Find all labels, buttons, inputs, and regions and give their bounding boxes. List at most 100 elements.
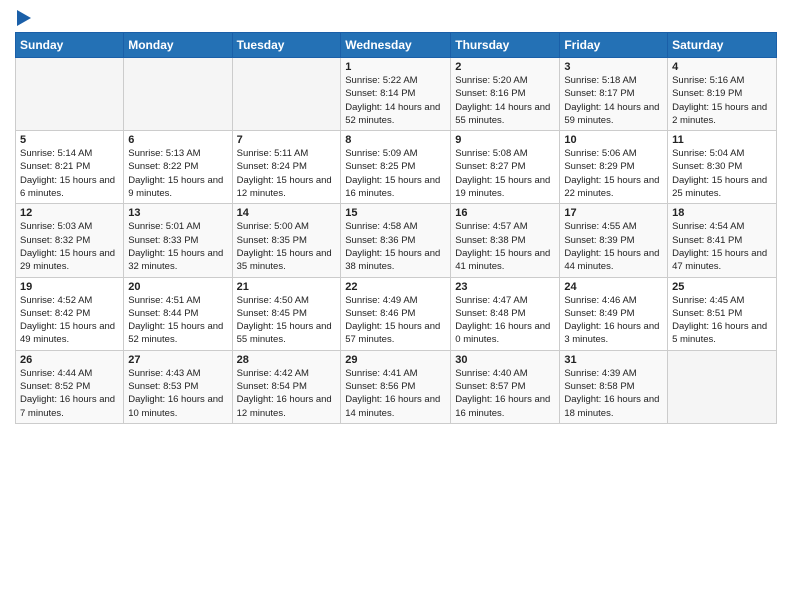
day-number: 6 bbox=[128, 134, 227, 146]
calendar-cell: 2Sunrise: 5:20 AM Sunset: 8:16 PM Daylig… bbox=[451, 58, 560, 131]
calendar-cell: 31Sunrise: 4:39 AM Sunset: 8:58 PM Dayli… bbox=[560, 350, 668, 423]
calendar-cell: 6Sunrise: 5:13 AM Sunset: 8:22 PM Daylig… bbox=[124, 131, 232, 204]
calendar-cell: 29Sunrise: 4:41 AM Sunset: 8:56 PM Dayli… bbox=[341, 350, 451, 423]
day-number: 12 bbox=[20, 207, 119, 219]
calendar-cell: 17Sunrise: 4:55 AM Sunset: 8:39 PM Dayli… bbox=[560, 204, 668, 277]
day-number: 21 bbox=[237, 281, 337, 293]
day-number: 19 bbox=[20, 281, 119, 293]
day-info: Sunrise: 4:50 AM Sunset: 8:45 PM Dayligh… bbox=[237, 294, 337, 347]
calendar-cell: 24Sunrise: 4:46 AM Sunset: 8:49 PM Dayli… bbox=[560, 277, 668, 350]
calendar-cell: 13Sunrise: 5:01 AM Sunset: 8:33 PM Dayli… bbox=[124, 204, 232, 277]
calendar-cell: 12Sunrise: 5:03 AM Sunset: 8:32 PM Dayli… bbox=[16, 204, 124, 277]
day-number: 28 bbox=[237, 354, 337, 366]
calendar-cell: 7Sunrise: 5:11 AM Sunset: 8:24 PM Daylig… bbox=[232, 131, 341, 204]
calendar-cell: 25Sunrise: 4:45 AM Sunset: 8:51 PM Dayli… bbox=[668, 277, 777, 350]
day-info: Sunrise: 4:58 AM Sunset: 8:36 PM Dayligh… bbox=[345, 220, 446, 273]
day-number: 16 bbox=[455, 207, 555, 219]
calendar-cell bbox=[16, 58, 124, 131]
calendar-cell: 27Sunrise: 4:43 AM Sunset: 8:53 PM Dayli… bbox=[124, 350, 232, 423]
calendar-cell: 5Sunrise: 5:14 AM Sunset: 8:21 PM Daylig… bbox=[16, 131, 124, 204]
header-thursday: Thursday bbox=[451, 33, 560, 58]
day-number: 31 bbox=[564, 354, 663, 366]
day-info: Sunrise: 5:22 AM Sunset: 8:14 PM Dayligh… bbox=[345, 74, 446, 127]
calendar-week-row: 5Sunrise: 5:14 AM Sunset: 8:21 PM Daylig… bbox=[16, 131, 777, 204]
day-info: Sunrise: 5:03 AM Sunset: 8:32 PM Dayligh… bbox=[20, 220, 119, 273]
day-number: 10 bbox=[564, 134, 663, 146]
day-number: 20 bbox=[128, 281, 227, 293]
calendar-cell: 14Sunrise: 5:00 AM Sunset: 8:35 PM Dayli… bbox=[232, 204, 341, 277]
page: Sunday Monday Tuesday Wednesday Thursday… bbox=[0, 0, 792, 612]
day-number: 3 bbox=[564, 61, 663, 73]
day-number: 25 bbox=[672, 281, 772, 293]
day-number: 2 bbox=[455, 61, 555, 73]
day-info: Sunrise: 5:00 AM Sunset: 8:35 PM Dayligh… bbox=[237, 220, 337, 273]
day-number: 5 bbox=[20, 134, 119, 146]
day-number: 22 bbox=[345, 281, 446, 293]
day-info: Sunrise: 5:08 AM Sunset: 8:27 PM Dayligh… bbox=[455, 147, 555, 200]
day-number: 7 bbox=[237, 134, 337, 146]
day-info: Sunrise: 4:42 AM Sunset: 8:54 PM Dayligh… bbox=[237, 367, 337, 420]
calendar-cell: 16Sunrise: 4:57 AM Sunset: 8:38 PM Dayli… bbox=[451, 204, 560, 277]
day-number: 11 bbox=[672, 134, 772, 146]
day-info: Sunrise: 5:16 AM Sunset: 8:19 PM Dayligh… bbox=[672, 74, 772, 127]
day-number: 4 bbox=[672, 61, 772, 73]
calendar-cell: 20Sunrise: 4:51 AM Sunset: 8:44 PM Dayli… bbox=[124, 277, 232, 350]
day-info: Sunrise: 4:46 AM Sunset: 8:49 PM Dayligh… bbox=[564, 294, 663, 347]
calendar-week-row: 19Sunrise: 4:52 AM Sunset: 8:42 PM Dayli… bbox=[16, 277, 777, 350]
calendar-week-row: 26Sunrise: 4:44 AM Sunset: 8:52 PM Dayli… bbox=[16, 350, 777, 423]
calendar-cell bbox=[232, 58, 341, 131]
day-number: 30 bbox=[455, 354, 555, 366]
day-info: Sunrise: 4:52 AM Sunset: 8:42 PM Dayligh… bbox=[20, 294, 119, 347]
calendar-cell: 21Sunrise: 4:50 AM Sunset: 8:45 PM Dayli… bbox=[232, 277, 341, 350]
day-number: 15 bbox=[345, 207, 446, 219]
day-info: Sunrise: 4:40 AM Sunset: 8:57 PM Dayligh… bbox=[455, 367, 555, 420]
calendar-cell: 11Sunrise: 5:04 AM Sunset: 8:30 PM Dayli… bbox=[668, 131, 777, 204]
header-friday: Friday bbox=[560, 33, 668, 58]
calendar-cell: 8Sunrise: 5:09 AM Sunset: 8:25 PM Daylig… bbox=[341, 131, 451, 204]
day-info: Sunrise: 4:43 AM Sunset: 8:53 PM Dayligh… bbox=[128, 367, 227, 420]
calendar-week-row: 12Sunrise: 5:03 AM Sunset: 8:32 PM Dayli… bbox=[16, 204, 777, 277]
calendar-cell: 15Sunrise: 4:58 AM Sunset: 8:36 PM Dayli… bbox=[341, 204, 451, 277]
day-info: Sunrise: 4:45 AM Sunset: 8:51 PM Dayligh… bbox=[672, 294, 772, 347]
header-saturday: Saturday bbox=[668, 33, 777, 58]
day-number: 1 bbox=[345, 61, 446, 73]
header-monday: Monday bbox=[124, 33, 232, 58]
day-info: Sunrise: 5:01 AM Sunset: 8:33 PM Dayligh… bbox=[128, 220, 227, 273]
day-info: Sunrise: 5:11 AM Sunset: 8:24 PM Dayligh… bbox=[237, 147, 337, 200]
day-number: 14 bbox=[237, 207, 337, 219]
calendar-cell: 26Sunrise: 4:44 AM Sunset: 8:52 PM Dayli… bbox=[16, 350, 124, 423]
day-info: Sunrise: 5:09 AM Sunset: 8:25 PM Dayligh… bbox=[345, 147, 446, 200]
day-info: Sunrise: 4:44 AM Sunset: 8:52 PM Dayligh… bbox=[20, 367, 119, 420]
day-number: 23 bbox=[455, 281, 555, 293]
day-number: 17 bbox=[564, 207, 663, 219]
day-info: Sunrise: 4:41 AM Sunset: 8:56 PM Dayligh… bbox=[345, 367, 446, 420]
calendar-cell: 9Sunrise: 5:08 AM Sunset: 8:27 PM Daylig… bbox=[451, 131, 560, 204]
logo bbox=[15, 10, 31, 26]
day-info: Sunrise: 4:51 AM Sunset: 8:44 PM Dayligh… bbox=[128, 294, 227, 347]
day-info: Sunrise: 5:20 AM Sunset: 8:16 PM Dayligh… bbox=[455, 74, 555, 127]
calendar-cell: 3Sunrise: 5:18 AM Sunset: 8:17 PM Daylig… bbox=[560, 58, 668, 131]
calendar-week-row: 1Sunrise: 5:22 AM Sunset: 8:14 PM Daylig… bbox=[16, 58, 777, 131]
day-number: 26 bbox=[20, 354, 119, 366]
day-info: Sunrise: 4:55 AM Sunset: 8:39 PM Dayligh… bbox=[564, 220, 663, 273]
day-number: 18 bbox=[672, 207, 772, 219]
calendar-cell: 22Sunrise: 4:49 AM Sunset: 8:46 PM Dayli… bbox=[341, 277, 451, 350]
calendar-cell: 23Sunrise: 4:47 AM Sunset: 8:48 PM Dayli… bbox=[451, 277, 560, 350]
day-info: Sunrise: 5:18 AM Sunset: 8:17 PM Dayligh… bbox=[564, 74, 663, 127]
day-info: Sunrise: 4:57 AM Sunset: 8:38 PM Dayligh… bbox=[455, 220, 555, 273]
day-info: Sunrise: 5:06 AM Sunset: 8:29 PM Dayligh… bbox=[564, 147, 663, 200]
day-number: 24 bbox=[564, 281, 663, 293]
calendar-cell: 28Sunrise: 4:42 AM Sunset: 8:54 PM Dayli… bbox=[232, 350, 341, 423]
day-number: 27 bbox=[128, 354, 227, 366]
day-info: Sunrise: 5:13 AM Sunset: 8:22 PM Dayligh… bbox=[128, 147, 227, 200]
calendar-cell bbox=[124, 58, 232, 131]
day-number: 9 bbox=[455, 134, 555, 146]
header-wednesday: Wednesday bbox=[341, 33, 451, 58]
calendar-cell: 10Sunrise: 5:06 AM Sunset: 8:29 PM Dayli… bbox=[560, 131, 668, 204]
day-number: 8 bbox=[345, 134, 446, 146]
day-number: 29 bbox=[345, 354, 446, 366]
day-info: Sunrise: 5:14 AM Sunset: 8:21 PM Dayligh… bbox=[20, 147, 119, 200]
day-info: Sunrise: 4:49 AM Sunset: 8:46 PM Dayligh… bbox=[345, 294, 446, 347]
header bbox=[15, 10, 777, 26]
header-tuesday: Tuesday bbox=[232, 33, 341, 58]
